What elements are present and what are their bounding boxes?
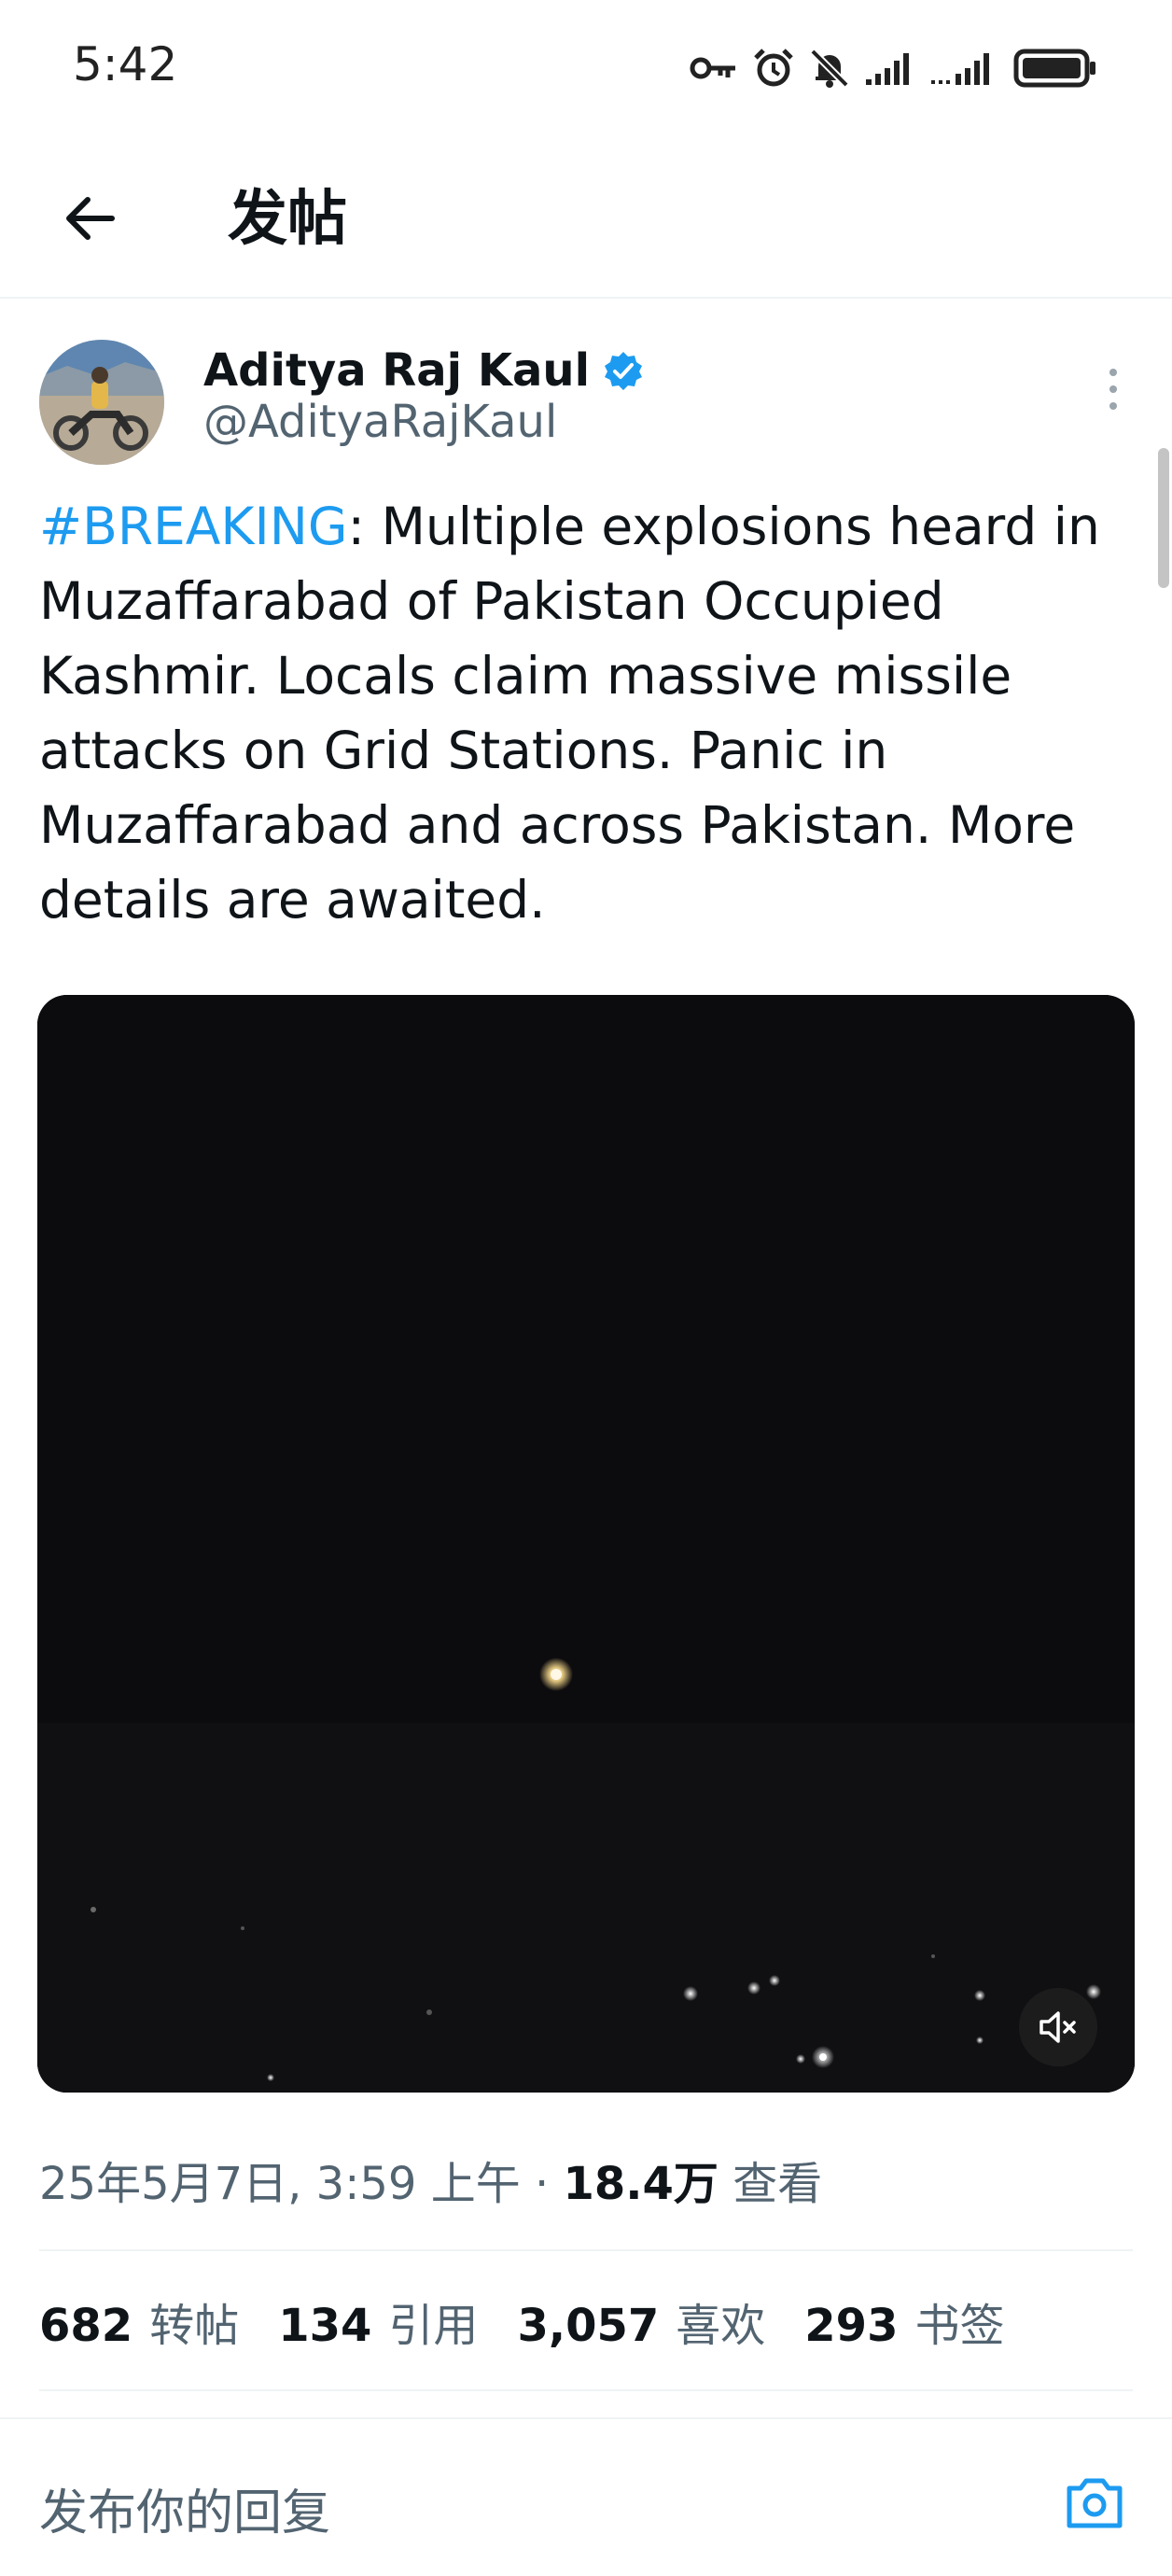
key-icon: [690, 57, 735, 79]
arrow-left-icon: [66, 197, 115, 240]
engagement-stats: 682 转帖 134 引用 3,057 喜欢 293 书签: [39, 2289, 1005, 2354]
status-icons: [689, 43, 1097, 93]
hashtag-link[interactable]: #BREAKING: [39, 497, 347, 556]
more-options-button[interactable]: [1088, 364, 1138, 414]
author-name[interactable]: Aditya Raj Kaul: [203, 344, 590, 397]
tweet-body: : Multiple explosions heard in Muzaffara…: [39, 497, 1100, 930]
retweets-stat[interactable]: 682 转帖: [39, 2289, 239, 2354]
tweet-meta: 25年5月7日, 3:59 上午 · 18.4万 查看: [39, 2147, 822, 2212]
tweet-text: #BREAKING: Multiple explosions heard in …: [39, 489, 1140, 937]
tweet-video[interactable]: [37, 995, 1135, 2093]
video-frame: [37, 995, 1135, 2093]
top-app-bar: 发帖: [0, 140, 1172, 299]
back-button[interactable]: [52, 181, 127, 256]
volume-muted-icon: [1039, 2011, 1076, 2043]
reply-composer[interactable]: 发布你的回复: [0, 2417, 1172, 2576]
tweet-timestamp[interactable]: 25年5月7日, 3:59 上午 ·: [39, 2158, 564, 2210]
bookmarks-stat[interactable]: 293 书签: [804, 2289, 1004, 2354]
divider: [39, 2249, 1133, 2251]
mute-toggle-button[interactable]: [1019, 1988, 1097, 2066]
likes-stat[interactable]: 3,057 喜欢: [517, 2289, 765, 2354]
quotes-stat[interactable]: 134 引用: [278, 2289, 478, 2354]
camera-icon: [1067, 2478, 1123, 2528]
reply-input[interactable]: 发布你的回复: [39, 2473, 330, 2543]
page-title: 发帖: [228, 185, 347, 254]
divider: [39, 2389, 1133, 2391]
signal-icon: [866, 53, 909, 85]
tweet-detail-page: 5:42 发帖 Aditya Raj Kaul @AdityaRajKaul #…: [0, 0, 1172, 2576]
more-vertical-icon: [1109, 369, 1117, 376]
avatar[interactable]: [39, 340, 164, 465]
notifications-off-icon: [810, 49, 849, 88]
signal-secondary-icon: [931, 53, 989, 85]
battery-icon: [1013, 49, 1095, 88]
status-time: 5:42: [73, 37, 178, 91]
views-count: 18.4万: [563, 2158, 719, 2210]
verified-badge-icon: [605, 352, 643, 390]
author-name-row[interactable]: Aditya Raj Kaul: [203, 340, 644, 401]
camera-button[interactable]: [1062, 2470, 1127, 2535]
views-label: 查看: [718, 2158, 823, 2210]
scrollbar-thumb[interactable]: [1158, 448, 1169, 588]
alarm-icon: [754, 49, 793, 87]
author-handle[interactable]: @AdityaRajKaul: [203, 396, 557, 448]
status-bar: 5:42: [0, 0, 1172, 140]
